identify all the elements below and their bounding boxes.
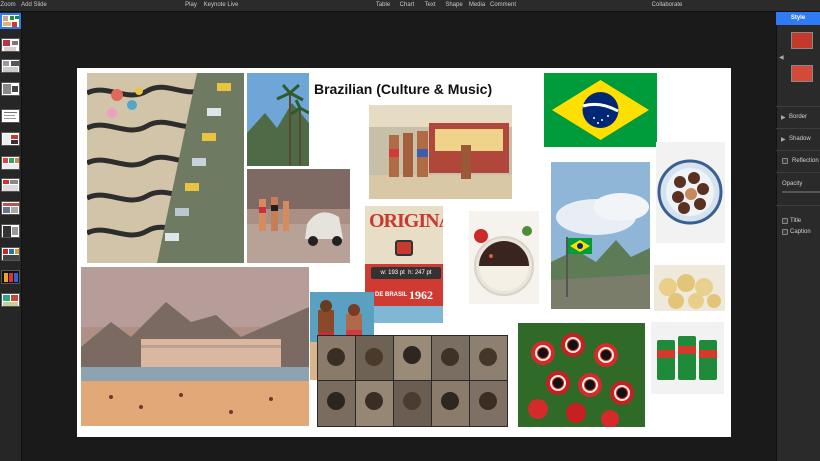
collaborate-button[interactable]: Collaborate	[650, 0, 684, 12]
divider	[776, 150, 820, 151]
guarana-berries-photo[interactable]	[518, 323, 645, 427]
slide[interactable]: Brazilian (Culture & Music) ORIGIN DE BR…	[77, 68, 731, 437]
slide-thumbnail[interactable]	[1, 270, 20, 284]
brazil-flag-photo[interactable]	[544, 73, 657, 147]
slide-thumbnail[interactable]	[1, 14, 20, 28]
keynote-live-button[interactable]: Keynote Live	[203, 0, 239, 12]
cable-car-icon	[395, 240, 413, 256]
feijoada-image	[469, 211, 539, 304]
reflection-label: Reflection	[792, 158, 819, 164]
shape-button[interactable]: Shape	[444, 0, 464, 12]
chart-label: Chart	[399, 2, 415, 8]
title-label: Title	[790, 218, 802, 224]
rio-hills-flag-photo[interactable]	[551, 162, 650, 309]
chevron-right-icon[interactable]: ▶	[781, 114, 786, 121]
image-style-preset[interactable]	[791, 65, 813, 82]
slide-thumbnail[interactable]	[1, 109, 20, 123]
beach-kiosk-photo[interactable]	[369, 105, 512, 199]
image-style-preset[interactable]	[791, 32, 813, 49]
slide-thumbnail[interactable]	[1, 82, 20, 96]
shadow-section[interactable]: Shadow	[789, 136, 811, 142]
shape-label: Shape	[445, 2, 463, 8]
opacity-label: Opacity	[782, 181, 803, 187]
border-section[interactable]: Border	[789, 114, 807, 120]
brazil-flag-image	[544, 73, 657, 147]
poster-year: 1962	[409, 288, 433, 302]
keynote-app: Zoom Add Slide Play Keynote Live Table C…	[0, 0, 820, 461]
brigadeiros-image	[656, 142, 725, 243]
table-label: Table	[375, 2, 391, 8]
palm-trees-mountain-photo[interactable]	[247, 73, 309, 166]
add-slide-label: Add Slide	[21, 2, 47, 8]
play-button[interactable]: Play	[183, 0, 199, 12]
divider	[776, 172, 820, 173]
size-tooltip-height: h: 247 pt	[408, 270, 432, 276]
chevron-right-icon[interactable]: ▶	[781, 136, 786, 143]
poster-bottom-band	[365, 306, 443, 323]
caption-label: Caption	[790, 229, 811, 235]
guarana-cans-image	[651, 322, 724, 394]
slide-thumbnail[interactable]	[1, 293, 20, 307]
slide-thumbnail[interactable]	[1, 59, 20, 73]
toolbar: Zoom Add Slide Play Keynote Live Table C…	[0, 0, 820, 12]
divider	[776, 128, 820, 129]
media-label: Media	[468, 2, 486, 8]
slide-thumbnail[interactable]	[1, 38, 20, 52]
slide-title[interactable]: Brazilian (Culture & Music)	[314, 81, 492, 97]
guarana-berries-image	[518, 323, 645, 427]
street-beachgoers-photo[interactable]	[247, 169, 350, 263]
comment-label: Comment	[490, 2, 517, 8]
rio-hills-flag-image	[551, 162, 650, 309]
chevron-left-icon[interactable]: ◀	[779, 54, 784, 61]
vintage-poster-photo[interactable]: ORIGINAL DE BRASIL 1962	[365, 206, 443, 323]
text-label: Text	[424, 2, 436, 8]
brigadeiros-photo[interactable]	[656, 142, 725, 243]
guarana-cans-photo[interactable]	[651, 322, 724, 394]
street-beachgoers-image	[247, 169, 350, 263]
play-label: Play	[185, 2, 197, 8]
caption-checkbox[interactable]	[782, 229, 788, 235]
opacity-slider[interactable]	[782, 191, 820, 193]
keynote-live-label: Keynote Live	[203, 2, 239, 8]
divider	[776, 106, 820, 107]
style-tab[interactable]: Style	[776, 12, 820, 25]
slide-navigator	[0, 12, 22, 461]
copacabana-promenade-image	[87, 73, 244, 263]
reflection-checkbox[interactable]	[782, 158, 788, 164]
poster-brand: DE BRASIL	[375, 292, 408, 298]
table-button[interactable]: Table	[374, 0, 392, 12]
slide-thumbnail[interactable]	[1, 201, 20, 215]
copacabana-beach-photo[interactable]	[81, 267, 309, 426]
size-tooltip: w: 193 pt h: 247 pt	[371, 267, 441, 279]
comment-button[interactable]: Comment	[490, 0, 516, 12]
slide-thumbnail[interactable]	[1, 132, 20, 146]
feijoada-photo[interactable]	[469, 211, 539, 304]
slide-thumbnail[interactable]	[1, 224, 20, 238]
pao-de-queijo-image	[654, 265, 725, 311]
copacabana-beach-image	[81, 267, 309, 426]
historical-portraits-grid[interactable]	[317, 335, 508, 427]
palm-trees-mountain-image	[247, 73, 309, 166]
divider	[776, 205, 820, 206]
collaborate-label: Collaborate	[651, 2, 683, 8]
copacabana-promenade-photo[interactable]	[87, 73, 244, 263]
slide-thumbnail[interactable]	[1, 156, 20, 170]
chart-button[interactable]: Chart	[398, 0, 416, 12]
zoom-label: Zoom	[0, 2, 16, 8]
title-checkbox[interactable]	[782, 218, 788, 224]
poster-headline: ORIGINAL	[369, 210, 443, 232]
historical-portraits-image	[317, 335, 508, 427]
size-tooltip-width: w: 193 pt	[380, 270, 405, 276]
slide-thumbnail[interactable]	[1, 247, 20, 261]
zoom-button[interactable]: Zoom	[0, 0, 16, 12]
add-slide-button[interactable]: Add Slide	[20, 0, 48, 12]
text-button[interactable]: Text	[422, 0, 438, 12]
slide-thumbnail[interactable]	[1, 178, 20, 192]
pao-de-queijo-photo[interactable]	[654, 265, 725, 311]
media-button[interactable]: Media	[468, 0, 486, 12]
beach-kiosk-image	[369, 105, 512, 199]
